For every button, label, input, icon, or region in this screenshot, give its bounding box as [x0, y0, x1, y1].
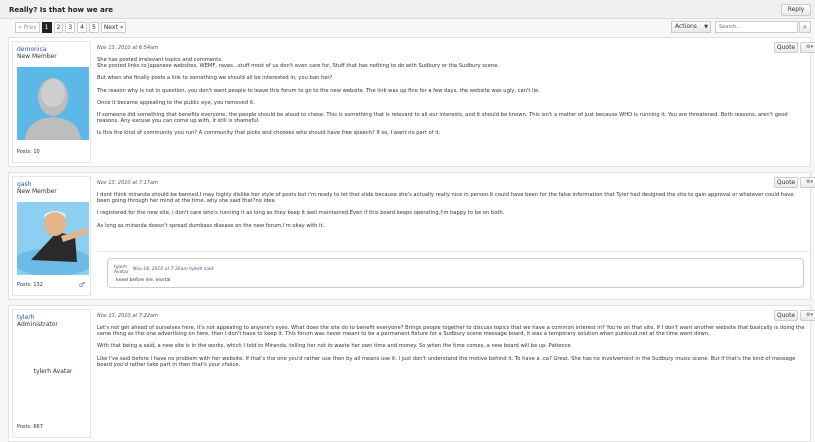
- avatar: tylerh Avatar: [33, 368, 73, 375]
- next-page-button[interactable]: Next »: [100, 22, 127, 33]
- author-post-count: Posts: 10: [17, 149, 40, 155]
- post-paragraph: I registered for the new site, i don't c…: [97, 210, 505, 217]
- search-button[interactable]: ⌕: [799, 21, 811, 33]
- page-5-link[interactable]: 5: [88, 22, 99, 33]
- post-paragraph: I dont think miranda should be banned.I …: [97, 192, 794, 205]
- page-1-link[interactable]: 1: [41, 22, 52, 33]
- post-paragraph: As long as miranda doesn't spread dumbas…: [97, 222, 325, 229]
- author-role: New Member: [17, 188, 57, 195]
- page-4-link[interactable]: 4: [77, 22, 87, 33]
- page-2-link[interactable]: 2: [53, 22, 64, 33]
- post: gash New Member Posts: 132 ♂ Nov 13, 201…: [8, 172, 815, 300]
- author-name-link[interactable]: gash: [17, 181, 31, 188]
- post-paragraph: With that being a said, a new site is in…: [97, 343, 571, 350]
- search-icon: ⌕: [803, 23, 807, 31]
- avatar: [17, 67, 89, 140]
- quote-text: kneel before me, mortal: [116, 278, 171, 283]
- author-panel: gash New Member Posts: 132 ♂: [12, 176, 91, 296]
- thread-header: Really? Is that how we are Reply: [0, 0, 815, 19]
- post-paragraph: Is this the kind of community you run? A…: [97, 130, 441, 137]
- quote-button[interactable]: Quote: [774, 310, 798, 321]
- quote-date: Nov 18, 2010 at 7:36am: [133, 267, 188, 272]
- quote-author-avatar: tylerh Avatar: [114, 265, 129, 275]
- author-panel: tylerh Administrator tylerh Avatar Posts…: [12, 309, 91, 438]
- gear-icon: ⚙▾: [806, 44, 813, 50]
- quote-meta: Nov 18, 2010 at 7:36am tylerh said:: [133, 267, 215, 272]
- author-role: New Member: [17, 53, 57, 60]
- quote-button[interactable]: Quote: [774, 42, 798, 53]
- post-paragraph: Once it became appealing to the public e…: [97, 99, 255, 106]
- post-options-button[interactable]: ⚙▾: [800, 177, 815, 188]
- post-paragraph: Let's not get ahead of ourselves here, i…: [97, 325, 805, 338]
- quote-said: said:: [203, 267, 215, 272]
- signature-divider: [97, 251, 809, 252]
- quote-button[interactable]: Quote: [774, 177, 798, 188]
- post-date: Nov 13, 2010 at 7:17am: [97, 180, 158, 186]
- post-options-button[interactable]: ⚙▾: [800, 310, 815, 321]
- post: demonica New Member Posts: 10 Nov 13, 20…: [8, 37, 815, 167]
- author-post-count: Posts: 132: [17, 282, 43, 288]
- actions-dropdown[interactable]: Actions ▼: [671, 21, 711, 33]
- post-body: I dont think miranda should be banned.I …: [97, 192, 807, 235]
- author-role: Administrator: [17, 321, 58, 328]
- signature-quote: tylerh Avatar Nov 18, 2010 at 7:36am tyl…: [107, 258, 804, 288]
- male-icon: ♂: [78, 281, 85, 289]
- post-paragraph: She has posted irrelevant topics and com…: [97, 57, 500, 70]
- search-input[interactable]: [715, 21, 798, 33]
- quote-author-link[interactable]: tylerh: [189, 267, 202, 272]
- pagination: « Prev 1 2 3 4 5 Next »: [15, 22, 127, 33]
- author-name-link[interactable]: tylerh: [17, 314, 34, 321]
- post-paragraph: But when she finally posts a link to som…: [97, 75, 333, 82]
- author-post-count: Posts: 667: [17, 424, 43, 430]
- reply-button[interactable]: Reply: [781, 4, 811, 16]
- author-panel: demonica New Member Posts: 10: [12, 41, 91, 163]
- post: tylerh Administrator tylerh Avatar Posts…: [8, 305, 815, 442]
- post-paragraph: Like I've said before I have no problem …: [97, 355, 796, 368]
- post-date: Nov 13, 2010 at 6:54am: [97, 45, 158, 51]
- prev-page-button[interactable]: « Prev: [15, 22, 40, 33]
- author-name-link[interactable]: demonica: [17, 46, 46, 53]
- post-body: Let's not get ahead of ourselves here, i…: [97, 325, 807, 374]
- actions-label: Actions: [675, 23, 697, 30]
- post-body: She has posted irrelevant topics and com…: [97, 57, 807, 143]
- post-options-button[interactable]: ⚙▾: [800, 42, 815, 53]
- page-3-link[interactable]: 3: [65, 22, 76, 33]
- post-paragraph: The reason why is not in question, you d…: [97, 87, 540, 94]
- gear-icon: ⚙▾: [806, 312, 813, 318]
- post-date: Nov 13, 2010 at 7:22am: [97, 313, 158, 319]
- chevron-down-icon: ▼: [704, 24, 708, 30]
- gear-icon: ⚙▾: [806, 179, 813, 185]
- avatar: [17, 202, 89, 275]
- post-paragraph: If someone did something that benefits e…: [97, 112, 788, 125]
- thread-title: Really? Is that how we are: [9, 6, 114, 14]
